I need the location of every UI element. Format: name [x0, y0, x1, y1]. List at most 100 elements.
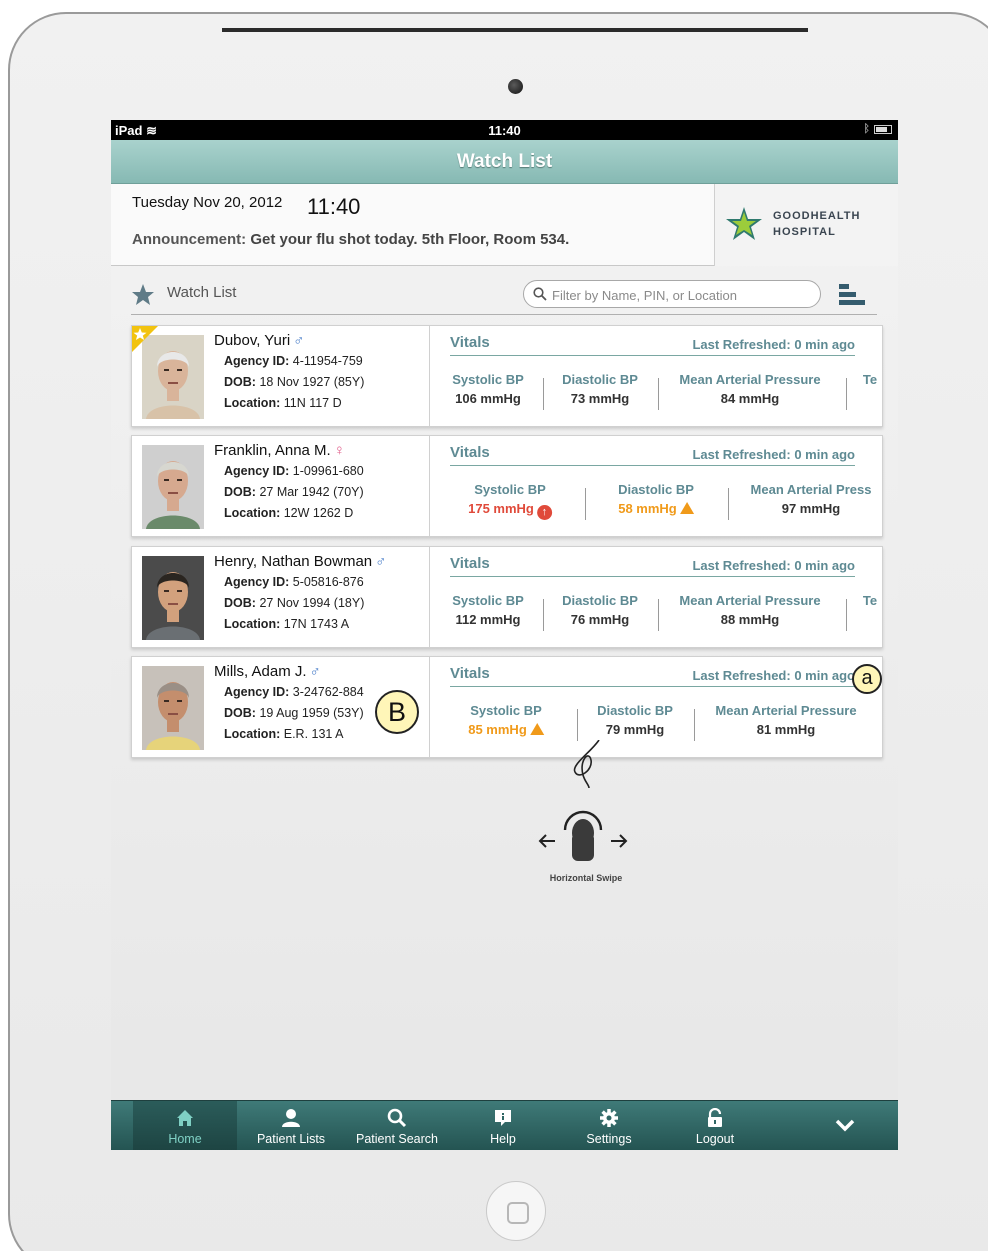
- vital-value-text: 112 mmHg: [455, 612, 521, 627]
- vital-column: Systolic BP 112 mmHg: [452, 593, 524, 627]
- vitals-panel[interactable]: Vitals Last Refreshed: 0 min ago Systolic …: [430, 326, 884, 426]
- filter-search-box[interactable]: [523, 280, 821, 308]
- tab-patient-search-label: Patient Search: [356, 1132, 438, 1146]
- app-screen: iPad ≋ 11:40 ᛒ Watch List Tuesday Nov 20…: [111, 120, 898, 1150]
- tab-home-label: Home: [168, 1132, 202, 1146]
- agency-id-row: Agency ID: 4-11954-759: [224, 354, 429, 375]
- gesture-label: Horizontal Swipe: [549, 873, 623, 883]
- location-value: 12W 1262 D: [283, 506, 354, 520]
- patient-card[interactable]: Franklin, Anna M. ♀ Agency ID: 1-09961-680…: [131, 435, 883, 537]
- filter-search-input[interactable]: [552, 285, 812, 305]
- vital-column: Systolic BP 106 mmHg: [452, 372, 524, 406]
- vital-column: Mean Arterial Pressure 81 mmHg: [715, 703, 856, 737]
- vital-value-text: 81 mmHg: [756, 722, 816, 737]
- vitals-panel[interactable]: Vitals Last Refreshed: 0 min ago Systolic …: [430, 547, 884, 647]
- vital-label: Te: [862, 372, 878, 387]
- vital-separator: [846, 378, 847, 410]
- location-row: Location: 11N 117 D: [224, 396, 429, 417]
- tab-patient-lists[interactable]: Patient Lists: [239, 1101, 343, 1150]
- search-icon: [533, 287, 547, 301]
- header-time: 11:40: [307, 194, 361, 219]
- title-bar: Watch List: [111, 140, 898, 184]
- last-refreshed: Last Refreshed: 0 min ago: [692, 447, 855, 462]
- dob-label: DOB:: [224, 706, 256, 720]
- watchlist-title: Watch List: [167, 284, 237, 301]
- last-refreshed: Last Refreshed: 0 min ago: [692, 337, 855, 352]
- vitals-header: Vitals Last Refreshed: 0 min ago: [450, 665, 855, 687]
- location-value: E.R. 131 A: [283, 727, 344, 741]
- male-icon: ♂: [293, 332, 305, 349]
- location-row: Location: 17N 1743 A: [224, 617, 429, 638]
- last-refreshed: Last Refreshed: 0 min ago: [692, 558, 855, 573]
- tab-bar: Home Patient Lists Patient Search Help S…: [111, 1100, 898, 1150]
- patient-info: Henry, Nathan Bowman ♂ Agency ID: 5-05816-…: [214, 553, 429, 638]
- patient-name-row: Franklin, Anna M. ♀: [214, 442, 429, 464]
- agency-id-value: 1-09961-680: [292, 464, 364, 478]
- agency-id-row: Agency ID: 5-05816-876: [224, 575, 429, 596]
- vital-label: Systolic BP: [474, 482, 546, 497]
- tab-settings[interactable]: Settings: [557, 1101, 661, 1150]
- vital-separator: [728, 488, 729, 520]
- vital-column: Diastolic BP 58 mmHg: [618, 482, 694, 516]
- sort-icon[interactable]: [839, 284, 865, 306]
- annotation-callout-b: B: [375, 690, 419, 734]
- hospital-logo-panel: GOODHEALTH HOSPITAL: [714, 184, 898, 266]
- favorite-corner-star-icon[interactable]: [132, 326, 158, 352]
- dob-row: DOB: 27 Nov 1994 (18Y): [224, 596, 429, 617]
- agency-id-value: 4-11954-759: [292, 354, 363, 368]
- vital-column: Mean Arterial Pressure 88 mmHg: [679, 593, 820, 627]
- patient-name: Henry, Nathan Bowman: [214, 553, 373, 570]
- hardware-home-button[interactable]: [486, 1181, 546, 1241]
- vitals-title: Vitals: [450, 665, 490, 682]
- patient-name-row: Mills, Adam J. ♂: [214, 663, 429, 685]
- chevron-down-icon[interactable]: [831, 1113, 859, 1137]
- tab-help[interactable]: Help: [451, 1101, 555, 1150]
- vital-value-text: 97 mmHg: [781, 501, 841, 516]
- dob-row: DOB: 18 Nov 1927 (85Y): [224, 375, 429, 396]
- gear-icon: [600, 1109, 618, 1127]
- home-icon: [177, 1110, 193, 1126]
- location-label: Location:: [224, 727, 281, 741]
- status-time: 11:40: [488, 123, 521, 138]
- vital-separator: [543, 599, 544, 631]
- vital-value: 81 mmHg: [715, 722, 856, 737]
- vital-value-text: 84 mmHg: [720, 391, 780, 406]
- vital-value: 79 mmHg: [597, 722, 673, 737]
- tab-patient-search[interactable]: Patient Search: [345, 1101, 449, 1150]
- vital-column: Mean Arterial Press 97 mmHg: [751, 482, 872, 516]
- warning-triangle-icon: [529, 723, 544, 735]
- dob-label: DOB:: [224, 375, 256, 389]
- star-icon: [132, 284, 154, 305]
- vital-value-text: 58 mmHg: [618, 501, 677, 516]
- vital-separator: [694, 709, 695, 741]
- announcement: Announcement: Get your flu shot today. 5…: [132, 231, 569, 248]
- dob-value: 27 Mar 1942 (70Y): [259, 485, 364, 499]
- dob-value: 19 Aug 1959 (53Y): [259, 706, 364, 720]
- vital-label: Diastolic BP: [562, 372, 638, 387]
- patient-card[interactable]: Henry, Nathan Bowman ♂ Agency ID: 5-05816-…: [131, 546, 883, 648]
- vital-label: Mean Arterial Press: [750, 482, 872, 497]
- agency-id-value: 3-24762-884: [292, 685, 364, 699]
- patient-name: Franklin, Anna M.: [214, 442, 331, 459]
- vital-separator: [658, 599, 659, 631]
- female-icon: ♀: [333, 442, 345, 459]
- vital-value-text: 76 mmHg: [570, 612, 630, 627]
- tab-home[interactable]: Home: [133, 1101, 237, 1150]
- page-title: Watch List: [456, 151, 553, 172]
- ipad-top-edge: [222, 28, 808, 32]
- agency-id-label: Agency ID:: [224, 685, 290, 699]
- patient-info: Dubov, Yuri ♂ Agency ID: 4-11954-759 DOB: 1…: [214, 332, 429, 417]
- agency-id-row: Agency ID: 1-09961-680: [224, 464, 429, 485]
- header-date: Tuesday Nov 20, 2012: [132, 194, 283, 211]
- vitals-panel[interactable]: Vitals Last Refreshed: 0 min ago Systolic …: [430, 657, 884, 757]
- vital-value-text: 175 mmHg: [468, 501, 534, 516]
- person-icon: [282, 1109, 300, 1127]
- vital-column: Systolic BP 175 mmHg ↑: [468, 482, 552, 520]
- vitals-panel[interactable]: Vitals Last Refreshed: 0 min ago Systolic …: [430, 436, 884, 536]
- header-panel: Tuesday Nov 20, 2012 11:40 Announcement:…: [111, 184, 898, 266]
- vital-value-text: 85 mmHg: [468, 722, 527, 737]
- warning-triangle-icon: [679, 502, 694, 514]
- patient-card[interactable]: Dubov, Yuri ♂ Agency ID: 4-11954-759 DOB: 1…: [131, 325, 883, 427]
- tab-logout[interactable]: Logout: [663, 1101, 767, 1150]
- patient-card[interactable]: Mills, Adam J. ♂ Agency ID: 3-24762-884 DOB…: [131, 656, 883, 758]
